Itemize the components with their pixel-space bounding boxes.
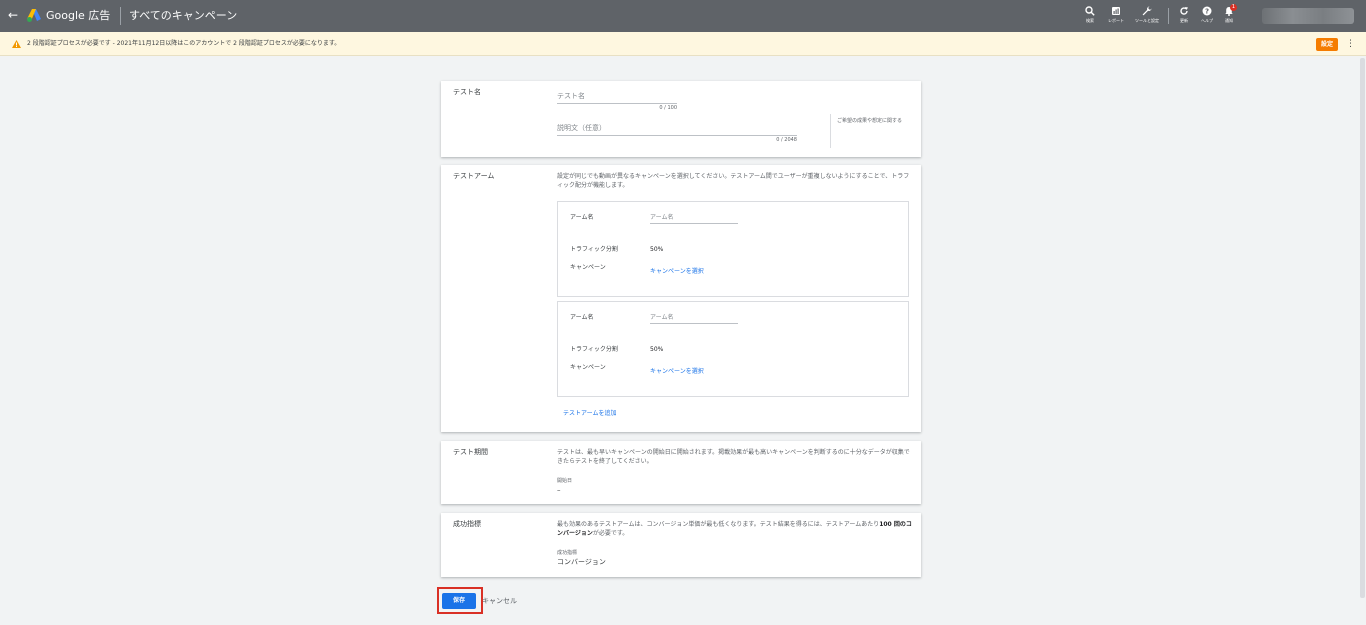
tools-settings-button[interactable]: ツールと設定: [1133, 6, 1161, 23]
select-campaign-link[interactable]: キャンペーンを選択: [650, 268, 704, 276]
report-button[interactable]: レポート: [1102, 6, 1130, 23]
toolbar-divider: [1168, 8, 1169, 24]
test-period-card: テスト期間 テストは、最も早いキャンペーンの開始日に開始されます。掲載効果が最も…: [441, 441, 921, 504]
arm-name-input[interactable]: アーム名: [650, 312, 738, 324]
test-description-input[interactable]: 説明文（任意）: [557, 118, 797, 136]
success-metric-label: 成功指標: [557, 550, 578, 556]
arm-name-label: アーム名: [570, 214, 594, 221]
title-divider: [120, 7, 121, 25]
test-name-counter: 0 / 100: [659, 105, 677, 111]
success-metric-value: コンバージョン: [557, 558, 606, 566]
traffic-split-value: 50%: [650, 246, 664, 253]
test-period-heading: テスト期間: [453, 448, 488, 456]
traffic-split-value: 50%: [650, 346, 664, 353]
alert-message: 2 段階認証プロセスが必要です - 2021年11月12日以降はこのアカウントで…: [27, 40, 341, 47]
help-icon: ?: [1202, 6, 1212, 16]
side-divider: [830, 114, 831, 148]
google-ads-logo-icon: [27, 9, 41, 22]
test-arm-2: アーム名 アーム名 トラフィック分割 50% キャンペーン キャンペーンを選択: [557, 301, 909, 397]
test-arms-description: 設定が同じでも動画が異なるキャンペーンを選択してください。テストアーム間でユーザ…: [557, 173, 910, 189]
traffic-split-label: トラフィック分割: [570, 246, 618, 253]
refresh-icon: [1180, 7, 1188, 15]
page-title[interactable]: すべてのキャンペーン: [129, 9, 237, 22]
alert-settings-button[interactable]: 設定: [1316, 38, 1338, 51]
top-app-bar: ← Google 広告 すべてのキャンペーン 検索 レポート ツールと設定 更新…: [0, 0, 1366, 32]
notification-badge: 1: [1230, 4, 1237, 11]
save-button[interactable]: 保存: [442, 593, 476, 609]
wrench-icon: [1142, 6, 1152, 16]
back-arrow-icon[interactable]: ←: [8, 9, 18, 21]
success-metric-description: 最も効果のあるテストアームは、コンバージョン単価が最も低くなります。テスト結果を…: [557, 521, 912, 537]
brand-name: Google 広告: [46, 9, 111, 22]
account-switcher[interactable]: [1262, 8, 1354, 24]
test-name-placeholder: テスト名: [557, 92, 585, 100]
test-name-input[interactable]: テスト名: [557, 87, 677, 104]
success-metric-heading: 成功指標: [453, 520, 481, 528]
campaign-label: キャンペーン: [570, 364, 606, 371]
more-options-icon[interactable]: ⋮: [1346, 38, 1355, 50]
success-metric-card: 成功指標 最も効果のあるテストアームは、コンバージョン単価が最も低くなります。テ…: [441, 513, 921, 577]
search-button[interactable]: 検索: [1076, 6, 1104, 23]
svg-text:?: ?: [1205, 8, 1209, 16]
test-description-counter: 0 / 2048: [776, 137, 797, 143]
test-period-description: テストは、最も早いキャンペーンの開始日に開始されます。掲載効果が最も高いキャンペ…: [557, 449, 910, 465]
test-name-heading: テスト名: [453, 88, 481, 96]
report-icon: [1112, 7, 1120, 15]
test-arms-card: テストアーム 設定が同じでも動画が異なるキャンペーンを選択してください。テストア…: [441, 165, 921, 432]
start-date-value: –: [557, 486, 561, 494]
side-note: ご希望の成果や想定に関する: [837, 118, 903, 124]
notifications-button[interactable]: 1 通知: [1215, 4, 1243, 23]
arm-name-label: アーム名: [570, 314, 594, 321]
test-arms-heading: テストアーム: [453, 172, 495, 180]
test-name-card: テスト名 テスト名 0 / 100 説明文（任意） 0 / 2048 ご希望の成…: [441, 81, 921, 157]
scrollbar-thumb[interactable]: [1360, 58, 1365, 598]
test-description-placeholder: 説明文（任意）: [557, 124, 606, 132]
arm-name-placeholder: アーム名: [650, 214, 674, 221]
test-arm-1: アーム名 アーム名 トラフィック分割 50% キャンペーン キャンペーンを選択: [557, 201, 909, 297]
cancel-button[interactable]: キャンセル: [482, 597, 517, 606]
search-icon: [1085, 6, 1095, 16]
arm-name-placeholder: アーム名: [650, 314, 674, 321]
two-step-verification-alert: 2 段階認証プロセスが必要です - 2021年11月12日以降はこのアカウントで…: [0, 32, 1366, 56]
campaign-label: キャンペーン: [570, 264, 606, 271]
arm-name-input[interactable]: アーム名: [650, 212, 738, 224]
start-date-label: 開始日: [557, 478, 573, 484]
report-label: レポート: [1108, 18, 1124, 23]
traffic-split-label: トラフィック分割: [570, 346, 618, 353]
add-test-arm-link[interactable]: テストアームを追加: [563, 410, 616, 418]
notifications-label: 通知: [1225, 18, 1233, 23]
search-label: 検索: [1086, 18, 1094, 23]
tools-settings-label: ツールと設定: [1135, 18, 1159, 23]
select-campaign-link[interactable]: キャンペーンを選択: [650, 368, 704, 376]
warning-icon: [12, 40, 21, 48]
